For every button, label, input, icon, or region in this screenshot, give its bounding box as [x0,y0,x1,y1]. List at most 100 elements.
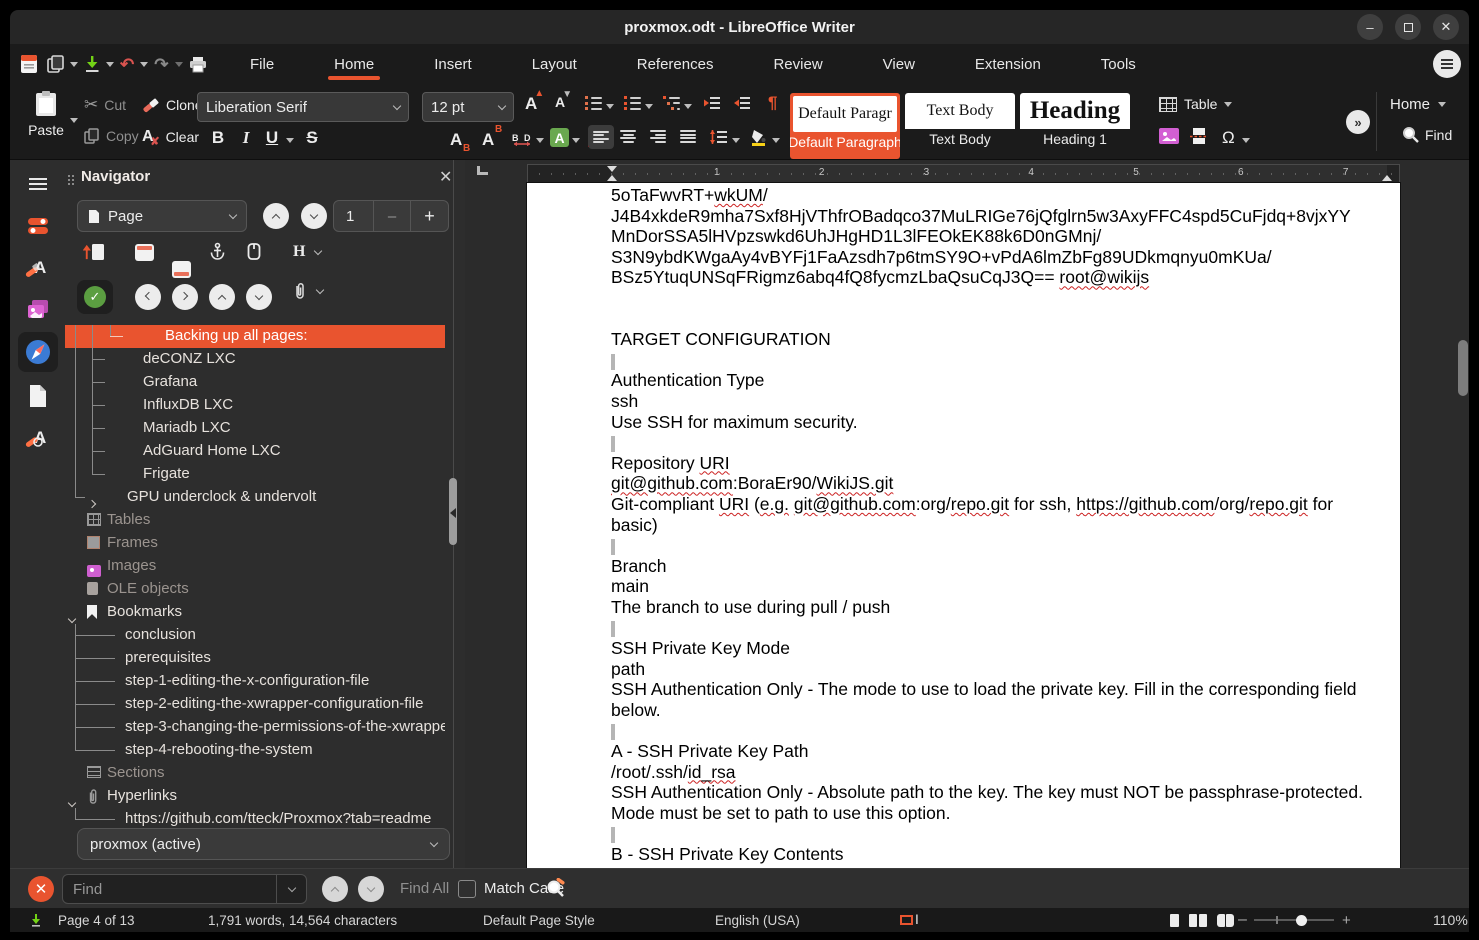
text-direction-icon[interactable]: BD [512,132,532,146]
tree-item[interactable]: Sections [65,762,445,785]
clear-formatting-button[interactable]: A✘ Clear [142,128,199,146]
next-page-button[interactable] [301,203,327,229]
underline-dropdown-arrow[interactable] [286,138,294,143]
highlight-color-button[interactable]: A [550,128,569,147]
page-number-increment[interactable]: + [411,201,448,231]
line-spacing-dropdown-arrow[interactable] [732,138,740,143]
zoom-level-status[interactable]: 110% [1433,908,1468,932]
tree-item[interactable]: Backing up all pages: [65,325,445,348]
tree-item[interactable]: step-4-rebooting-the-system [65,739,445,762]
align-justify-button[interactable] [680,130,696,143]
menu-tab-view[interactable]: View [853,44,945,84]
undo-dropdown-arrow[interactable] [140,62,148,67]
find-previous-button[interactable] [322,876,348,902]
writer-doc-icon[interactable] [18,50,40,78]
forward-button[interactable] [172,284,198,310]
page-style-status[interactable]: Default Page Style [483,908,595,932]
tree-item[interactable]: prerequisites [65,647,445,670]
find-history-dropdown[interactable] [276,875,306,903]
toolbar-overflow-button[interactable]: » [1346,110,1370,134]
tree-item[interactable]: step-1-editing-the-x-configuration-file [65,670,445,693]
page-number-spinner[interactable]: 1 – + [333,200,449,232]
clone-formatting-button[interactable]: Clone [142,96,203,114]
insert-image-button[interactable] [1159,128,1179,149]
sidebar-navigator-button[interactable] [18,332,58,372]
back-button[interactable] [135,284,161,310]
paragraph-background-button[interactable] [750,128,768,151]
left-indent-marker[interactable] [607,175,617,181]
document-page[interactable]: 5oTaFwvRT+wkUM/J4B4xkdeR9mha7Sxf8HjVThfr… [527,183,1400,868]
find-input[interactable] [63,881,276,898]
tree-item[interactable]: InfluxDB LXC [65,394,445,417]
sidebar-style-inspector-button[interactable]: A [24,424,52,452]
find-and-replace-button[interactable] [546,878,567,904]
redo-icon[interactable]: ↷ [152,50,170,78]
copy-button[interactable]: Copy [84,128,139,144]
sidebar-styles-button[interactable]: A [24,254,52,282]
multi-page-view-button[interactable] [1189,914,1207,927]
menu-tab-tools[interactable]: Tools [1071,44,1166,84]
decrease-font-size-button[interactable]: A▼ [555,94,565,110]
menu-tab-layout[interactable]: Layout [502,44,607,84]
increase-indent-button[interactable] [704,96,721,115]
align-center-button[interactable] [620,130,636,143]
formatting-marks-button[interactable]: ¶ [768,94,777,111]
print-icon[interactable] [187,50,209,78]
tree-item[interactable]: GPU underclock & undervolt [65,486,445,509]
zoom-out-button[interactable]: – [1238,908,1247,932]
zoom-slider[interactable] [1254,908,1334,932]
decrease-indent-button[interactable] [734,96,751,115]
drag-mode-button[interactable] [293,282,323,301]
find-toolbar-button[interactable]: Find [1402,126,1452,143]
book-view-button[interactable] [1217,914,1235,927]
navigate-by-combobox[interactable]: Page [77,200,247,232]
align-right-button[interactable] [650,130,666,143]
style-preview-default-paragraph[interactable]: Default ParagrDefault Paragraph [790,93,900,159]
right-indent-marker[interactable] [1382,175,1392,181]
text-direction-dropdown-arrow[interactable] [536,138,544,143]
tree-item[interactable]: Hyperlinks [65,785,445,808]
navigation-toolbox-button[interactable] [83,242,105,267]
insert-page-break-button[interactable] [1190,127,1208,150]
increase-font-size-button[interactable]: A▲ [525,94,537,114]
italic-button[interactable]: I [236,128,256,148]
titlebar[interactable]: proxmox.odt - LibreOffice Writer – ✕ [10,10,1469,44]
navigator-close-icon[interactable]: ✕ [439,167,452,187]
subscript-button[interactable]: AB [450,130,462,150]
document-selector-combobox[interactable]: proxmox (active) [77,828,450,860]
anchor-button[interactable] [209,242,226,266]
new-dropdown-arrow[interactable] [70,62,78,67]
zoom-slider-thumb[interactable] [1296,915,1307,926]
single-page-view-button[interactable] [1170,914,1179,927]
menu-tab-home[interactable]: Home [304,44,404,84]
zoom-in-button[interactable]: + [1342,908,1351,932]
next-item-button[interactable] [246,284,272,310]
outline-list-button[interactable] [663,96,680,110]
style-preview-heading-1[interactable]: HeadingHeading 1 [1020,93,1130,159]
tree-item[interactable]: Mariadb LXC [65,417,445,440]
superscript-button[interactable]: AB [482,130,494,150]
horizontal-ruler[interactable]: 1234567 [527,164,1400,183]
paste-button[interactable]: Paste [24,90,68,138]
line-spacing-button[interactable] [710,130,728,149]
outline-list-dropdown-arrow[interactable] [684,104,692,109]
menubar-overflow-button[interactable] [1433,50,1461,78]
tree-item[interactable]: Tables [65,509,445,532]
bold-button[interactable]: B [208,128,228,148]
tab-stop-selector[interactable] [477,166,488,175]
font-name-combobox[interactable]: Liberation Serif [197,92,409,122]
new-document-icon[interactable] [44,50,66,78]
unordered-list-dropdown-arrow[interactable] [606,104,614,109]
language-status[interactable]: English (USA) [715,908,800,932]
content-navigation-toggle[interactable]: ✓ [77,280,113,314]
tree-item[interactable]: Frames [65,532,445,555]
unordered-list-button[interactable] [585,96,602,110]
tree-item[interactable]: Bookmarks [65,601,445,624]
special-character-dropdown-arrow[interactable] [1242,138,1250,143]
header-button[interactable] [135,244,154,261]
tree-item[interactable]: AdGuard Home LXC [65,440,445,463]
sidebar-gallery-button[interactable] [24,296,52,324]
close-button[interactable]: ✕ [1433,14,1459,40]
page-count-status[interactable]: Page 4 of 13 [58,908,135,932]
underline-button[interactable]: U [262,128,282,148]
